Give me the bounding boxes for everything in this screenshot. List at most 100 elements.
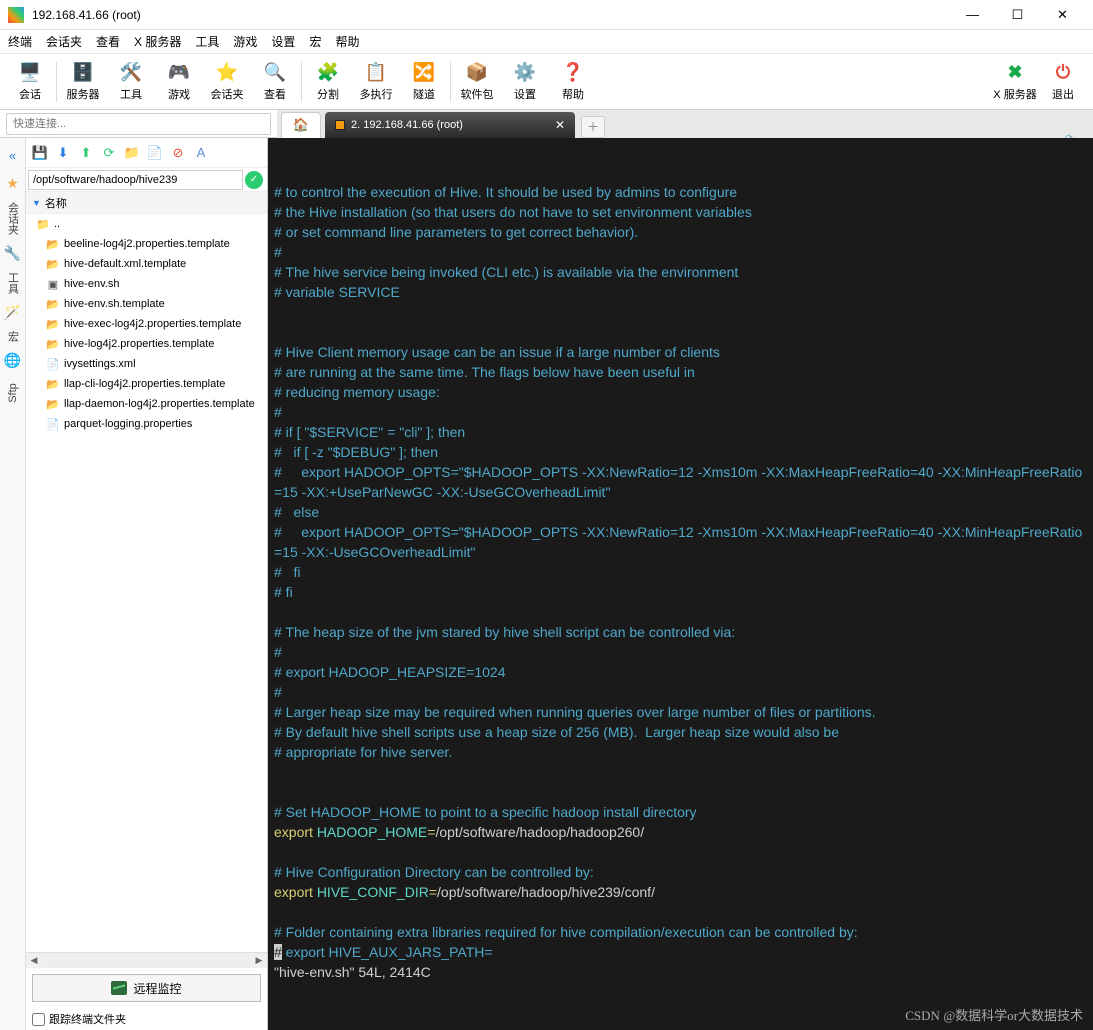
terminal[interactable]: # to control the execution of Hive. It s… bbox=[268, 138, 1093, 1030]
menu-item[interactable]: 工具 bbox=[195, 33, 219, 50]
toolbar-软件包[interactable]: 📦软件包 bbox=[453, 55, 501, 109]
file-icon: 📂 bbox=[46, 337, 60, 351]
tree-row[interactable]: 📂hive-default.xml.template bbox=[26, 254, 267, 274]
tab-home[interactable]: 🏠 bbox=[281, 112, 321, 138]
tree-up[interactable]: 📁 .. bbox=[26, 214, 267, 234]
scroll-right-icon[interactable]: ▶ bbox=[251, 953, 267, 968]
terminal-line: # The hive service being invoked (CLI et… bbox=[274, 262, 1087, 282]
refresh-icon[interactable]: ⟳ bbox=[99, 143, 119, 163]
menu-item[interactable]: 终端 bbox=[8, 33, 32, 50]
collapse-icon[interactable]: « bbox=[9, 144, 16, 167]
tree-row[interactable]: 📂beeline-log4j2.properties.template bbox=[26, 234, 267, 254]
toolbar-隧道[interactable]: 🔀隧道 bbox=[400, 55, 448, 109]
toolbar-icon: ⭐ bbox=[216, 62, 238, 84]
window-title: 192.168.41.66 (root) bbox=[32, 8, 950, 22]
tab-active[interactable]: 2. 192.168.41.66 (root) ✕ bbox=[325, 112, 575, 138]
terminal-line: # fi bbox=[274, 582, 1087, 602]
wand-icon[interactable]: 🪄 bbox=[4, 304, 21, 321]
toolbar-会话夹[interactable]: ⭐会话夹 bbox=[203, 55, 251, 109]
font-icon[interactable]: A bbox=[191, 143, 211, 163]
toolbar-label: 查看 bbox=[264, 86, 286, 102]
tree-row[interactable]: 📂hive-log4j2.properties.template bbox=[26, 334, 267, 354]
tree-row[interactable]: ▣hive-env.sh bbox=[26, 274, 267, 294]
toolbar-label: 分割 bbox=[317, 86, 339, 102]
remote-monitor-button[interactable]: 远程监控 bbox=[32, 974, 261, 1002]
menu-item[interactable]: 宏 bbox=[309, 33, 321, 50]
toolbar-icon: 🔀 bbox=[413, 62, 435, 84]
app-icon bbox=[8, 7, 24, 23]
toolbar-工具[interactable]: 🛠️工具 bbox=[107, 55, 155, 109]
tab-close-icon[interactable]: ✕ bbox=[555, 118, 565, 132]
terminal-icon bbox=[335, 120, 345, 130]
scroll-left-icon[interactable]: ◀ bbox=[26, 953, 42, 968]
toolbar-分割[interactable]: 🧩分割 bbox=[304, 55, 352, 109]
file-tree[interactable]: ▼ 名称 📁 .. 📂beeline-log4j2.properties.tem… bbox=[26, 192, 267, 952]
side-sessions[interactable]: 会话夹 bbox=[5, 202, 21, 235]
upload-icon[interactable]: ⬆ bbox=[76, 143, 96, 163]
file-name: ivysettings.xml bbox=[64, 358, 136, 370]
toolbar-设置[interactable]: ⚙️设置 bbox=[501, 55, 549, 109]
file-explorer: 💾 ⬇ ⬆ ⟳ 📁 📄 ⊘ A ✓ ▼ 名称 📁 .. 📂beeline-log… bbox=[26, 138, 268, 1030]
download-icon[interactable]: ⬇ bbox=[53, 143, 73, 163]
side-tools[interactable]: 工具 bbox=[5, 272, 21, 294]
terminal-line: # bbox=[274, 242, 1087, 262]
toolbar-退出[interactable]: ⏻退出 bbox=[1039, 55, 1087, 109]
menu-item[interactable]: 会话夹 bbox=[46, 33, 82, 50]
new-file-icon[interactable]: 📄 bbox=[145, 143, 165, 163]
toolbar-游戏[interactable]: 🎮游戏 bbox=[155, 55, 203, 109]
tree-row[interactable]: 📂llap-daemon-log4j2.properties.template bbox=[26, 394, 267, 414]
toolbar-X 服务器[interactable]: ✖X 服务器 bbox=[991, 55, 1039, 109]
file-icon: 📂 bbox=[46, 397, 60, 411]
menu-item[interactable]: 帮助 bbox=[335, 33, 359, 50]
toolbar-icon: 🗄️ bbox=[72, 62, 94, 84]
toolbar-会话[interactable]: 🖥️会话 bbox=[6, 55, 54, 109]
follow-checkbox[interactable] bbox=[32, 1013, 45, 1026]
terminal-line: export HIVE_CONF_DIR=/opt/software/hadoo… bbox=[274, 882, 1087, 902]
terminal-line: # appropriate for hive server. bbox=[274, 742, 1087, 762]
tree-row[interactable]: 📂hive-exec-log4j2.properties.template bbox=[26, 314, 267, 334]
tab-new-button[interactable]: ＋ bbox=[581, 116, 605, 138]
delete-icon[interactable]: ⊘ bbox=[168, 143, 188, 163]
toolbar-帮助[interactable]: ❓帮助 bbox=[549, 55, 597, 109]
file-icon: 📄 bbox=[46, 417, 60, 431]
menu-item[interactable]: 游戏 bbox=[233, 33, 257, 50]
path-input[interactable] bbox=[28, 170, 243, 190]
terminal-line: # bbox=[274, 402, 1087, 422]
toolbar-icon: 📦 bbox=[466, 62, 488, 84]
terminal-line: # else bbox=[274, 502, 1087, 522]
terminal-line bbox=[274, 762, 1087, 782]
file-name: hive-env.sh.template bbox=[64, 298, 165, 310]
close-button[interactable]: ✕ bbox=[1040, 1, 1085, 29]
sftp-icon[interactable]: 🌐 bbox=[4, 352, 21, 369]
tree-row[interactable]: 📂llap-cli-log4j2.properties.template bbox=[26, 374, 267, 394]
toolbar-label: 退出 bbox=[1052, 86, 1074, 102]
menu-item[interactable]: X 服务器 bbox=[134, 33, 181, 50]
toolbar-服务器[interactable]: 🗄️服务器 bbox=[59, 55, 107, 109]
tree-header[interactable]: ▼ 名称 bbox=[26, 192, 267, 214]
menu-item[interactable]: 设置 bbox=[271, 33, 295, 50]
new-folder-icon[interactable]: 📁 bbox=[122, 143, 142, 163]
h-scrollbar[interactable]: ◀ ▶ bbox=[26, 952, 267, 968]
side-sftp[interactable]: Sftp bbox=[6, 383, 18, 403]
wrench-icon[interactable]: 🔧 bbox=[4, 245, 21, 262]
tree-row[interactable]: 📂 hive-env.sh.template bbox=[26, 294, 267, 314]
tree-row[interactable]: 📄parquet-logging.properties bbox=[26, 414, 267, 434]
tree-row[interactable]: 📄ivysettings.xml bbox=[26, 354, 267, 374]
follow-label: 跟踪终端文件夹 bbox=[49, 1011, 126, 1027]
terminal-line: # export HADOOP_HEAPSIZE=1024 bbox=[274, 662, 1087, 682]
file-icon: 📂 bbox=[46, 297, 60, 311]
toolbar-多执行[interactable]: 📋多执行 bbox=[352, 55, 400, 109]
disk-icon[interactable]: 💾 bbox=[30, 143, 50, 163]
main: « ★ 会话夹 🔧 工具 🪄 宏 🌐 Sftp 💾 ⬇ ⬆ ⟳ 📁 📄 ⊘ A … bbox=[0, 138, 1093, 1030]
quick-connect-input[interactable] bbox=[6, 113, 271, 135]
file-name: beeline-log4j2.properties.template bbox=[64, 238, 230, 250]
toolbar-icon: 🛠️ bbox=[120, 62, 142, 84]
maximize-button[interactable]: ☐ bbox=[995, 1, 1040, 29]
star-icon[interactable]: ★ bbox=[6, 175, 19, 192]
toolbar-icon: ✖ bbox=[1004, 62, 1026, 84]
menu-item[interactable]: 查看 bbox=[96, 33, 120, 50]
side-macros[interactable]: 宏 bbox=[5, 331, 21, 342]
minimize-button[interactable]: — bbox=[950, 1, 995, 29]
toolbar-查看[interactable]: 🔍查看 bbox=[251, 55, 299, 109]
terminal-line: # export HADOOP_OPTS="$HADOOP_OPTS -XX:N… bbox=[274, 522, 1087, 562]
